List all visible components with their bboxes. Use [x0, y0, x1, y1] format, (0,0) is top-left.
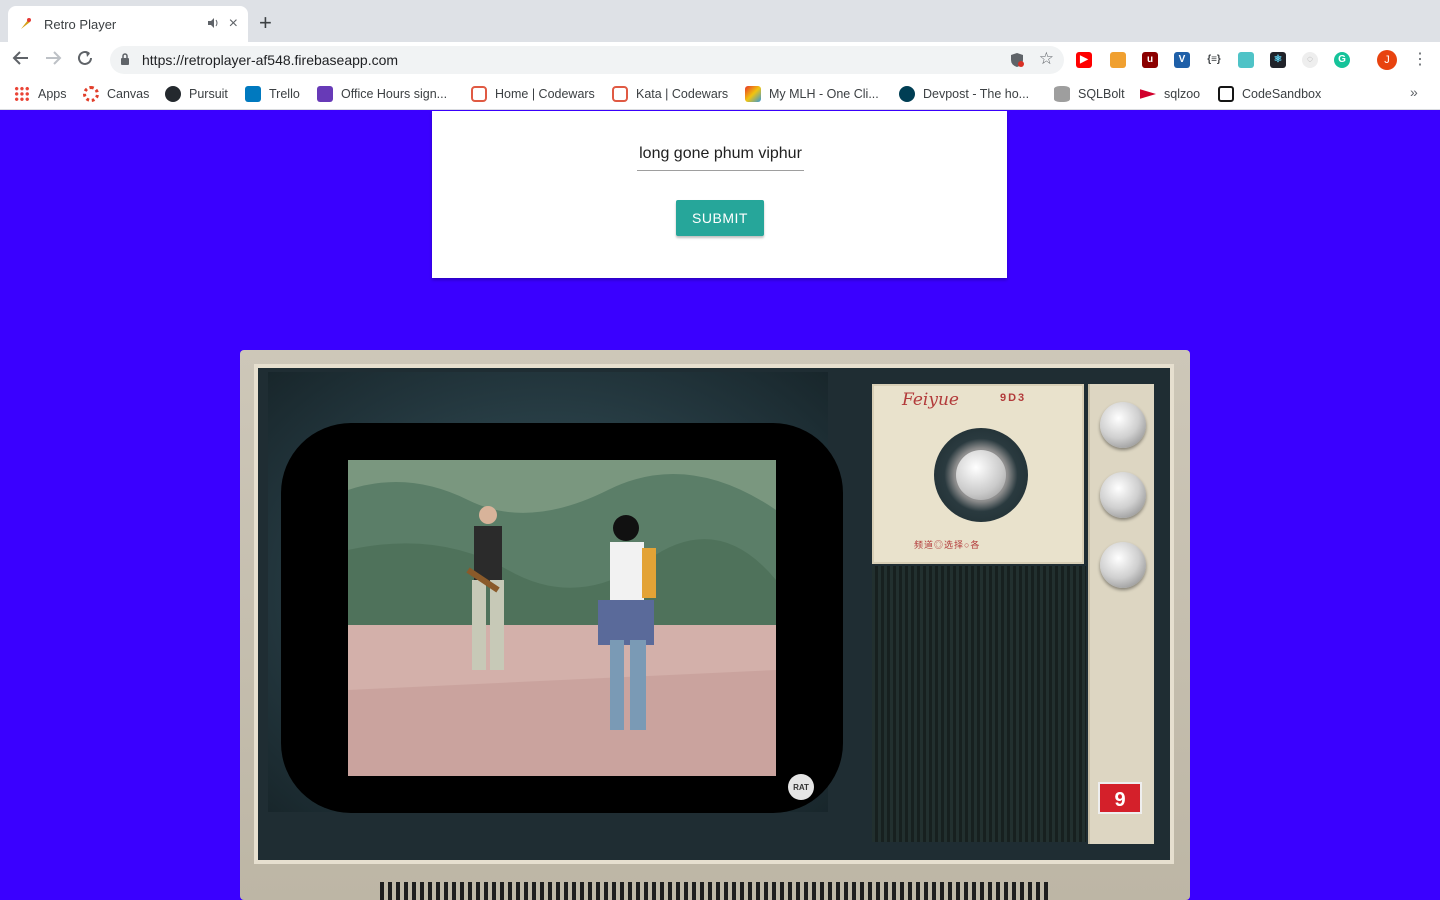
speaker-icon[interactable]	[207, 17, 219, 32]
bookmark-star-icon[interactable]: ☆	[1039, 49, 1054, 69]
browser-toolbar: https://retroplayer-af548.firebaseapp.co…	[0, 42, 1440, 78]
tab-close-icon[interactable]: ×	[229, 15, 238, 33]
tv-speaker-grille	[872, 566, 1086, 842]
mlh-icon	[745, 86, 761, 102]
bookmark-canvas[interactable]: Canvas	[83, 85, 149, 103]
blocked-shield-icon[interactable]	[1010, 52, 1024, 68]
retro-tv: RAT Feiyue 9D3 频道◎选择○各 9	[240, 350, 1190, 900]
json-formatter-extension-icon[interactable]: {≡}	[1206, 52, 1222, 68]
apps-grid-icon	[14, 86, 30, 102]
profile-avatar[interactable]: J	[1377, 50, 1397, 70]
bookmark-home-codewars[interactable]: Home | Codewars	[471, 85, 595, 103]
back-button[interactable]	[10, 49, 32, 71]
bookmarks-overflow-button[interactable]: »	[1410, 84, 1418, 100]
video-channel-badge: RAT	[788, 774, 814, 800]
url-scheme: https://	[142, 52, 185, 68]
grammarly-extension-icon[interactable]: G	[1334, 52, 1350, 68]
channel-dial	[934, 428, 1028, 522]
contrast-knob	[1100, 472, 1146, 518]
tv-brand: Feiyue	[902, 390, 959, 410]
bookmark-label: Apps	[38, 87, 67, 101]
bookmark-label: Canvas	[107, 87, 150, 101]
bookmark-label: SQLBolt	[1078, 87, 1125, 101]
bookmark-my-mlh[interactable]: My MLH - One Cli...	[745, 85, 879, 103]
bookmark-kata-codewars[interactable]: Kata | Codewars	[612, 85, 728, 103]
brightness-knob	[1100, 402, 1146, 448]
ublock-extension-icon[interactable]: u	[1142, 52, 1158, 68]
dial-caption: 频道◎选择○各	[914, 540, 981, 550]
tv-knob-column	[1088, 384, 1154, 844]
song-search-input[interactable]	[637, 137, 804, 171]
codewars-icon	[612, 86, 628, 102]
tv-vent	[380, 882, 1050, 900]
bookmark-label: Home | Codewars	[495, 87, 595, 101]
bookmark-devpost[interactable]: Devpost - The ho...	[899, 85, 1029, 103]
loading-extension-icon[interactable]: ◌	[1302, 52, 1318, 68]
bookmark-codesandbox[interactable]: CodeSandbox	[1218, 85, 1321, 103]
devpost-icon	[899, 86, 915, 102]
tab-strip: Retro Player × +	[0, 0, 1440, 42]
browser-tab[interactable]: Retro Player ×	[8, 6, 248, 42]
react-devtools-extension-icon[interactable]: ⚛	[1270, 52, 1286, 68]
ruler-extension-icon[interactable]	[1110, 52, 1126, 68]
submit-button[interactable]: SUBMIT	[676, 200, 764, 236]
video-player[interactable]	[348, 460, 776, 776]
channel-dial-knob	[956, 450, 1006, 500]
bookmark-label: Trello	[269, 87, 300, 101]
tv-channel-badge: 9	[1098, 782, 1142, 814]
reload-icon	[78, 50, 92, 65]
bookmark-label: Pursuit	[189, 87, 228, 101]
bookmark-office-hours[interactable]: Office Hours sign...	[317, 85, 447, 103]
forward-button[interactable]	[42, 49, 64, 71]
lock-icon	[121, 53, 129, 65]
retro-player-favicon	[18, 16, 34, 32]
codesandbox-icon	[1218, 86, 1234, 102]
canvas-icon	[83, 86, 99, 102]
codewars-icon	[471, 86, 487, 102]
github-icon	[165, 86, 181, 102]
back-arrow-icon	[12, 51, 28, 65]
bookmark-label: sqlzoo	[1164, 87, 1201, 101]
bookmarks-bar: Apps Canvas Pursuit Trello Office Hours …	[0, 78, 1440, 110]
vue-devtools-extension-icon[interactable]: V	[1174, 52, 1190, 68]
tv-control-panel: Feiyue 9D3 频道◎选择○各	[872, 384, 1084, 564]
address-bar[interactable]: https://retroplayer-af548.firebaseapp.co…	[110, 46, 1064, 74]
url-text: https://retroplayer-af548.firebaseapp.co…	[142, 52, 398, 68]
tv-model: 9D3	[1000, 392, 1027, 404]
bookmark-label: Office Hours sign...	[341, 87, 448, 101]
bookmark-apps[interactable]: Apps	[14, 85, 67, 103]
bookmark-label: CodeSandbox	[1242, 87, 1322, 101]
video-frame-image	[348, 460, 776, 776]
sqlzoo-icon	[1140, 89, 1156, 99]
search-card: SUBMIT	[432, 111, 1007, 278]
database-icon	[1054, 86, 1070, 102]
menu-kebab-icon[interactable]: ⋮	[1412, 50, 1428, 70]
bookmark-label: My MLH - One Cli...	[769, 87, 879, 101]
youtube-extension-icon[interactable]: ▶	[1076, 52, 1092, 68]
bookmark-sqlzoo[interactable]: sqlzoo	[1140, 85, 1200, 103]
bookmark-label: Devpost - The ho...	[923, 87, 1030, 101]
trello-icon	[245, 86, 261, 102]
bookmark-label: Kata | Codewars	[636, 87, 729, 101]
url-host: retroplayer-af548.firebaseapp.com	[184, 52, 399, 68]
reload-button[interactable]	[74, 49, 96, 71]
color-picker-extension-icon[interactable]	[1238, 52, 1254, 68]
tab-title: Retro Player	[44, 16, 117, 32]
bookmark-trello[interactable]: Trello	[245, 85, 300, 103]
volume-knob	[1100, 542, 1146, 588]
bookmark-pursuit[interactable]: Pursuit	[165, 85, 228, 103]
bookmark-sqlbolt[interactable]: SQLBolt	[1054, 85, 1125, 103]
new-tab-button[interactable]: +	[259, 12, 272, 34]
forms-icon	[317, 86, 333, 102]
forward-arrow-icon	[46, 51, 62, 65]
